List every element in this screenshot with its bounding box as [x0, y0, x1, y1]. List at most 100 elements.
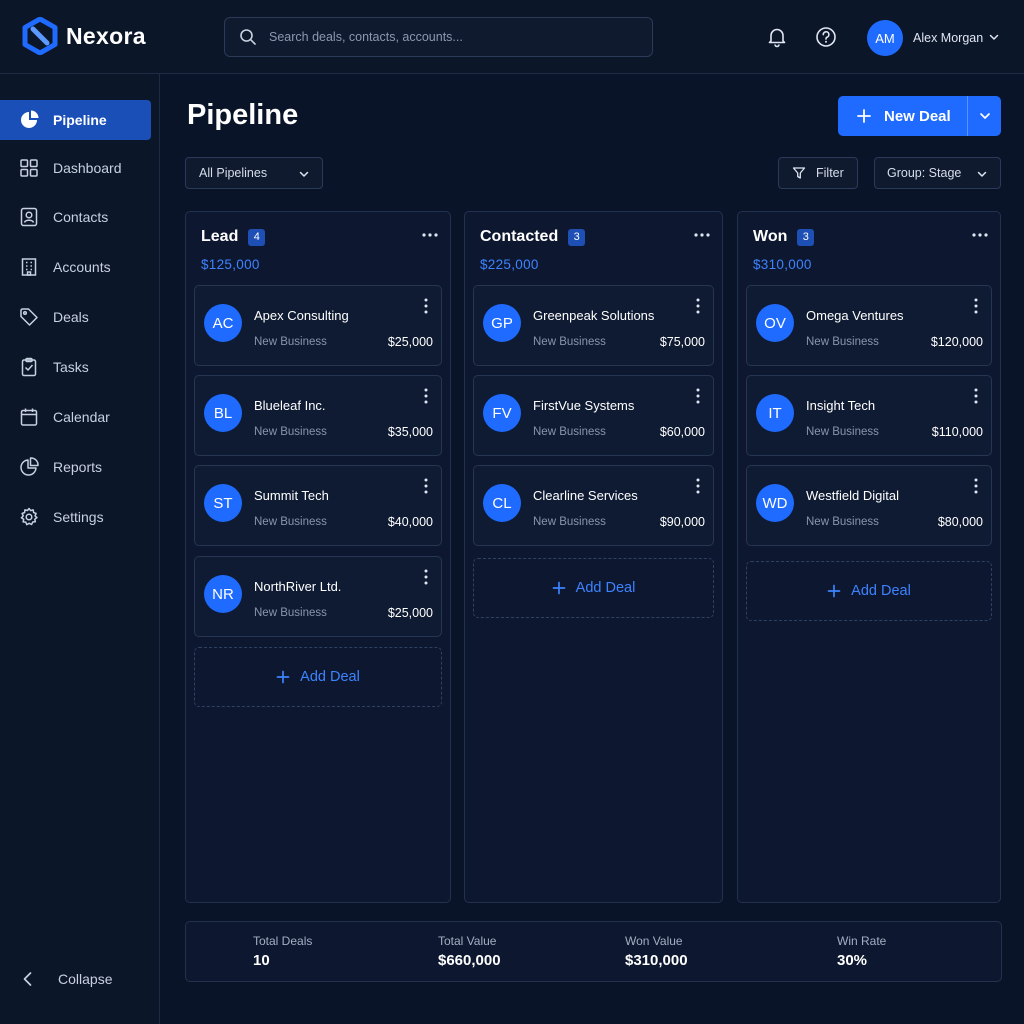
deal-name: Blueleaf Inc.: [254, 398, 326, 413]
chevron-down-icon: [977, 171, 987, 177]
deal-avatar: ST: [204, 484, 242, 522]
group-select[interactable]: Group: Stage: [874, 157, 1001, 189]
deal-value: $90,000: [659, 515, 705, 529]
deal-type: New Business: [254, 336, 327, 348]
more-horizontal-icon[interactable]: [694, 232, 710, 238]
filter-icon: [792, 167, 806, 179]
clipboard-icon: [19, 357, 39, 377]
add-deal-label: Add Deal: [575, 580, 636, 596]
sidebar-item-pipeline[interactable]: Pipeline: [0, 100, 151, 140]
stat-label: Total Value: [438, 934, 497, 948]
deal-card[interactable]: NR NorthRiver Ltd. New Business $25,000: [194, 556, 442, 637]
stat-total-value: Total Value $660,000: [438, 934, 501, 969]
more-horizontal-icon[interactable]: [972, 232, 988, 238]
deal-name: Insight Tech: [806, 398, 876, 413]
sidebar-item-label: Contacts: [53, 209, 109, 225]
deal-type: New Business: [806, 336, 879, 348]
column-total: $310,000: [753, 257, 812, 272]
filter-button[interactable]: Filter: [778, 157, 858, 189]
app-logo[interactable]: Nexora: [22, 17, 146, 55]
chevron-down-icon: [979, 113, 990, 119]
deal-name: Omega Ventures: [806, 308, 904, 323]
user-avatar[interactable]: AM: [867, 20, 903, 56]
deal-name: FirstVue Systems: [533, 398, 635, 413]
search-icon: [240, 29, 256, 45]
gear-icon: [19, 507, 39, 527]
deal-name: Apex Consulting: [254, 308, 349, 323]
column-header: Won 3: [753, 228, 815, 246]
stat-win-rate: Win Rate 30%: [837, 934, 886, 969]
add-deal-button[interactable]: Add Deal: [194, 647, 442, 707]
more-vertical-icon[interactable]: [973, 298, 979, 314]
collapse-button[interactable]: Collapse: [20, 970, 112, 988]
deal-card[interactable]: BL Blueleaf Inc. New Business $35,000: [194, 375, 442, 456]
deal-card[interactable]: AC Apex Consulting New Business $25,000: [194, 285, 442, 366]
notifications-button[interactable]: [765, 25, 789, 49]
deal-value: $40,000: [387, 515, 433, 529]
more-vertical-icon[interactable]: [695, 298, 701, 314]
sidebar-item-dashboard[interactable]: Dashboard: [0, 148, 151, 188]
sidebar-item-label: Calendar: [53, 409, 110, 425]
add-deal-button[interactable]: Add Deal: [746, 561, 992, 621]
more-vertical-icon[interactable]: [423, 388, 429, 404]
filter-label: Filter: [816, 166, 844, 180]
stat-label: Win Rate: [837, 934, 887, 948]
help-icon: [816, 27, 836, 47]
new-deal-dropdown[interactable]: [968, 96, 1001, 136]
new-deal-button[interactable]: New Deal: [838, 96, 1001, 136]
stat-value: 30%: [837, 952, 868, 969]
sidebar: Pipeline Dashboard Contacts Accounts Dea…: [0, 74, 160, 1024]
sidebar-item-deals[interactable]: Deals: [0, 297, 151, 337]
sidebar-item-label: Tasks: [53, 359, 89, 375]
grid-icon: [19, 158, 39, 178]
chevron-down-icon[interactable]: [988, 31, 1000, 43]
column-header: Contacted 3: [480, 228, 586, 246]
more-vertical-icon[interactable]: [423, 569, 429, 585]
deal-card[interactable]: ST Summit Tech New Business $40,000: [194, 465, 442, 546]
column-header: Lead 4: [201, 228, 266, 246]
sidebar-item-settings[interactable]: Settings: [0, 497, 151, 537]
deal-card[interactable]: CL Clearline Services New Business $90,0…: [473, 465, 714, 546]
deal-card[interactable]: IT Insight Tech New Business $110,000: [746, 375, 992, 456]
new-deal-main[interactable]: New Deal: [838, 96, 968, 136]
user-name[interactable]: Alex Morgan: [913, 31, 983, 45]
deal-value: $60,000: [659, 425, 705, 439]
column-count-badge: 3: [568, 228, 586, 246]
sidebar-item-label: Dashboard: [53, 160, 122, 176]
more-vertical-icon[interactable]: [973, 388, 979, 404]
column-count-badge: 4: [248, 228, 266, 246]
deal-avatar: NR: [204, 575, 242, 613]
deal-card[interactable]: FV FirstVue Systems New Business $60,000: [473, 375, 714, 456]
sidebar-item-contacts[interactable]: Contacts: [0, 197, 151, 237]
more-vertical-icon[interactable]: [695, 388, 701, 404]
more-vertical-icon[interactable]: [423, 298, 429, 314]
search-input[interactable]: Search deals, contacts, accounts...: [224, 17, 653, 57]
sidebar-item-accounts[interactable]: Accounts: [0, 247, 151, 287]
more-vertical-icon[interactable]: [423, 478, 429, 494]
sidebar-item-label: Deals: [53, 309, 89, 325]
deal-card[interactable]: WD Westfield Digital New Business $80,00…: [746, 465, 992, 546]
deal-name: Summit Tech: [254, 488, 329, 503]
more-vertical-icon[interactable]: [973, 478, 979, 494]
more-horizontal-icon[interactable]: [422, 232, 438, 238]
stat-label: Total Deals: [253, 934, 313, 948]
group-select-value: Group: Stage: [887, 166, 962, 180]
page-title: Pipeline: [187, 99, 299, 131]
deal-type: New Business: [254, 516, 327, 528]
deal-card[interactable]: OV Omega Ventures New Business $120,000: [746, 285, 992, 366]
deal-type: New Business: [533, 516, 606, 528]
deal-name: Westfield Digital: [806, 488, 899, 503]
deal-type: New Business: [533, 426, 606, 438]
add-deal-label: Add Deal: [851, 583, 911, 599]
deal-card[interactable]: GP Greenpeak Solutions New Business $75,…: [473, 285, 714, 366]
deal-value: $35,000: [387, 425, 433, 439]
sidebar-item-reports[interactable]: Reports: [0, 447, 151, 487]
plus-icon: [276, 670, 290, 684]
add-deal-button[interactable]: Add Deal: [473, 558, 714, 618]
plus-icon: [857, 109, 871, 123]
sidebar-item-tasks[interactable]: Tasks: [0, 347, 151, 387]
pipeline-select[interactable]: All Pipelines: [185, 157, 323, 189]
help-button[interactable]: [814, 25, 838, 49]
sidebar-item-calendar[interactable]: Calendar: [0, 397, 151, 437]
more-vertical-icon[interactable]: [695, 478, 701, 494]
